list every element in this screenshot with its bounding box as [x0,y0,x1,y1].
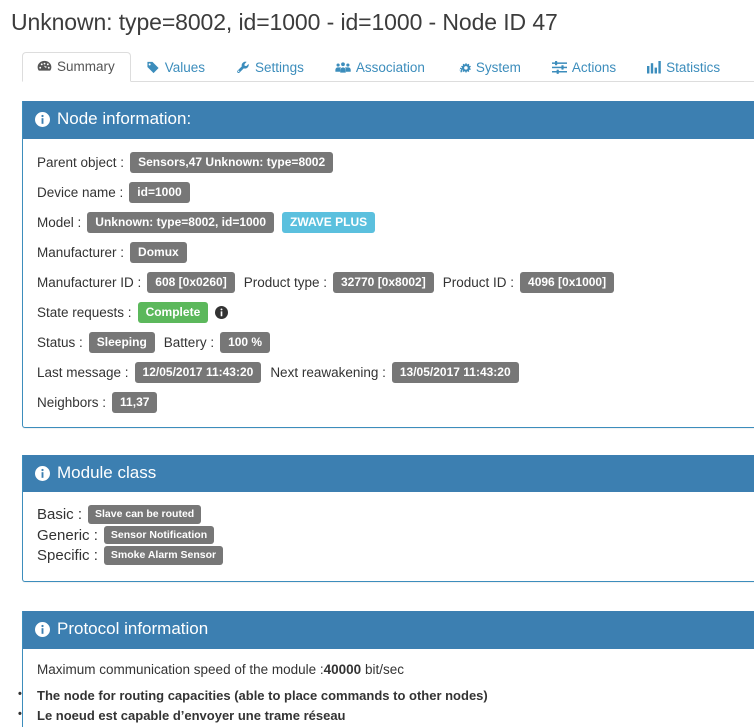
tab-summary[interactable]: Summary [22,51,131,82]
product-id-value: 4096 [0x1000] [520,271,615,293]
tab-label: Values [164,59,206,75]
cogs-icon [456,61,471,74]
generic-value: Sensor Notification [103,525,215,545]
info-circle-icon [35,465,50,481]
max-speed-label: Maximum communication speed of the modul… [37,661,324,677]
row-last-message: Last message : 12/05/2017 11:43:20 Next … [37,361,754,383]
device-name-value: id=1000 [129,181,190,203]
row-neighbors: Neighbors : 11,37 [37,391,754,413]
product-id-label: Product ID : [442,274,515,290]
dashboard-icon [37,60,52,73]
battery-label: Battery : [163,334,215,350]
row-status: Status : Sleeping Battery : 100 % [37,331,754,353]
state-requests-label: State requests : [37,304,132,320]
tab-bar: Summary Values Settings Association Syst [22,49,754,82]
tab-actions[interactable]: Actions [537,53,632,83]
list-item: The node for routing capacities (able to… [9,686,754,706]
info-circle-icon [35,621,50,637]
status-label: Status : [37,334,83,350]
battery-value: 100 % [220,331,271,353]
tag-icon [146,61,160,74]
capability-text: The node for routing capacities (able to… [37,687,488,703]
row-device-name: Device name : id=1000 [37,181,754,203]
next-reawakening-label: Next reawakening : [270,364,386,380]
device-name-label: Device name : [37,184,124,200]
row-state-requests: State requests : Complete [37,301,754,323]
state-requests-info-icon[interactable] [215,305,229,319]
zwave-plus-badge: ZWAVE PLUS [282,211,376,233]
generic-label: Generic : [37,526,98,544]
node-information-heading: Node information: [23,101,754,139]
node-information-body: Parent object : Sensors,47 Unknown: type… [23,139,754,427]
specific-label: Specific : [37,547,98,565]
tab-label: Summary [57,58,115,74]
tab-association[interactable]: Association [320,53,441,83]
module-class-panel: Module class Basic : Slave can be routed… [22,454,754,582]
next-reawakening-value: 13/05/2017 11:43:20 [391,361,519,383]
tab-label: Association [355,59,425,75]
manufacturer-id-value: 608 [0x0260] [147,271,235,293]
product-type-value: 32770 [0x8002] [332,271,434,293]
capabilities-list: The node for routing capacities (able to… [18,686,754,726]
row-basic: Basic : Slave can be routed [37,505,754,524]
row-parent-object: Parent object : Sensors,47 Unknown: type… [37,151,754,173]
tab-values[interactable]: Values [131,53,221,83]
protocol-information-body: Maximum communication speed of the modul… [18,649,754,727]
last-message-value: 12/05/2017 11:43:20 [134,361,262,383]
capability-text: Le noeud est capable d’envoyer une trame… [37,707,346,723]
node-information-panel: Node information: Parent object : Sensor… [22,101,754,428]
tab-label: System [475,59,521,75]
state-requests-value: Complete [137,301,209,323]
list-item: Le noeud est capable d’envoyer une trame… [9,706,754,726]
info-circle-icon [35,111,50,127]
max-speed-value: 40000 [323,661,362,677]
status-value: Sleeping [88,331,155,353]
tab-system[interactable]: System [441,53,537,83]
row-model: Model : Unknown: type=8002, id=1000 ZWAV… [37,211,754,233]
basic-label: Basic : [37,506,83,524]
panel-title: Node information: [57,109,192,128]
row-specific: Specific : Smoke Alarm Sensor [37,546,754,565]
manufacturer-value: Domux [130,241,187,263]
panel-title: Protocol information [57,618,209,638]
max-speed-text: Maximum communication speed of the modul… [37,662,754,677]
last-message-label: Last message : [37,364,129,380]
max-speed-unit: bit/sec [361,661,404,677]
protocol-information-heading: Protocol information [23,610,754,649]
tab-settings[interactable]: Settings [221,53,320,83]
sliders-icon [551,60,567,74]
users-icon [335,61,351,74]
manufacturer-id-label: Manufacturer ID : [37,274,142,290]
bar-chart-icon [647,60,661,74]
module-class-heading: Module class [23,454,754,493]
module-class-body: Basic : Slave can be routed Generic : Se… [23,492,754,581]
product-type-label: Product type : [243,274,327,290]
page-root: Unknown: type=8002, id=1000 - id=1000 - … [0,0,754,727]
specific-value: Smoke Alarm Sensor [103,546,224,565]
basic-value: Slave can be routed [88,505,202,524]
row-manufacturer: Manufacturer : Domux [37,241,754,263]
tab-label: Settings [255,59,304,75]
tab-label: Actions [571,59,617,75]
model-label: Model : [37,214,82,230]
row-manufacturer-id: Manufacturer ID : 608 [0x0260] Product t… [37,271,754,293]
parent-object-value: Sensors,47 Unknown: type=8002 [130,151,334,173]
model-value: Unknown: type=8002, id=1000 [87,211,275,233]
protocol-information-panel: Protocol information Maximum communicati… [18,610,754,727]
tab-label: Statistics [666,59,721,75]
parent-object-label: Parent object : [37,154,125,170]
neighbors-label: Neighbors : [37,394,107,410]
tab-statistics[interactable]: Statistics [632,53,736,83]
neighbors-value: 11,37 [112,391,158,413]
manufacturer-label: Manufacturer : [37,244,125,260]
page-title: Unknown: type=8002, id=1000 - id=1000 - … [11,9,558,35]
wrench-icon [236,61,250,74]
panel-title: Module class [57,462,157,482]
row-generic: Generic : Sensor Notification [37,525,754,545]
